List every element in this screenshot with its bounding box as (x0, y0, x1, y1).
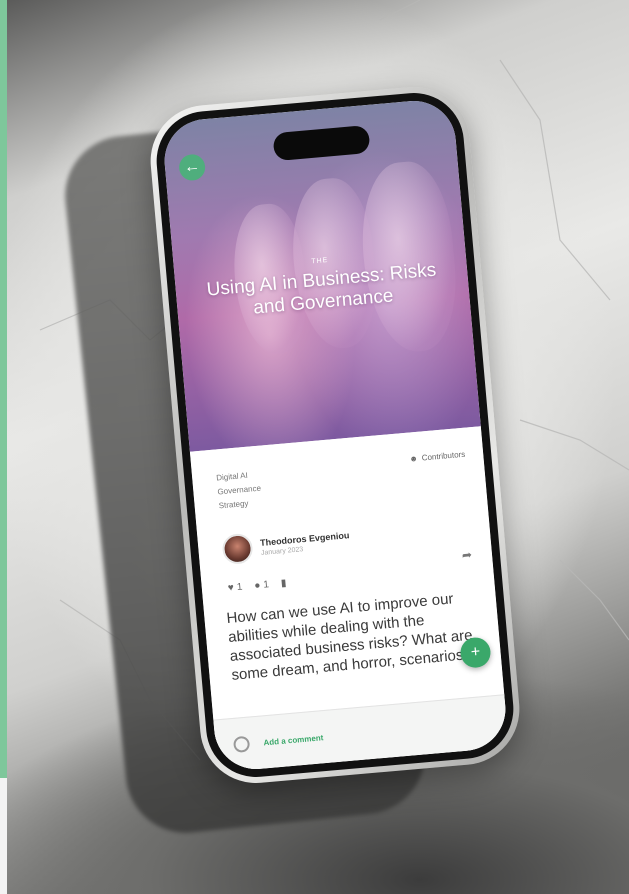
avatar (221, 532, 254, 566)
people-icon: ☻ (408, 453, 419, 464)
article-body: Digital AI Governance Strategy ☻ Contrib… (189, 426, 509, 773)
contributors-link[interactable]: ☻ Contributors (409, 450, 466, 464)
comment-count: 1 (262, 579, 270, 591)
comment-icon (232, 735, 251, 753)
action-row: ♥ 1 ● 1 ▮ ➦ (227, 548, 473, 594)
phone-screen: ← THE Using AI in Business: Risks and Go… (161, 97, 509, 773)
tag-list: Digital AI Governance Strategy (216, 468, 263, 514)
comment-input[interactable]: Add a comment (263, 733, 324, 747)
author-block[interactable]: Theodoros Evgeniou January 2023 (221, 524, 351, 566)
like-count: 1 (236, 581, 243, 594)
contributors-label: Contributors (421, 449, 466, 463)
speech-bubble-icon: ● (253, 580, 261, 592)
tag-item[interactable]: Strategy (218, 496, 263, 514)
bookmark-icon: ▮ (280, 577, 287, 590)
plus-icon: + (470, 643, 481, 661)
heart-icon: ♥ (227, 582, 235, 594)
comment-count-button[interactable]: ● 1 (254, 579, 270, 591)
article-question: How can we use AI to improve our abiliti… (225, 590, 474, 684)
phone-frame: ← THE Using AI in Business: Risks and Go… (145, 82, 525, 788)
left-accent-strip (0, 0, 7, 778)
back-arrow-icon[interactable]: ← (178, 153, 207, 182)
share-icon[interactable]: ➦ (461, 548, 472, 563)
bookmark-button[interactable]: ▮ (280, 578, 286, 589)
like-button[interactable]: ♥ 1 (227, 582, 242, 594)
left-bottom-strip (0, 778, 7, 894)
